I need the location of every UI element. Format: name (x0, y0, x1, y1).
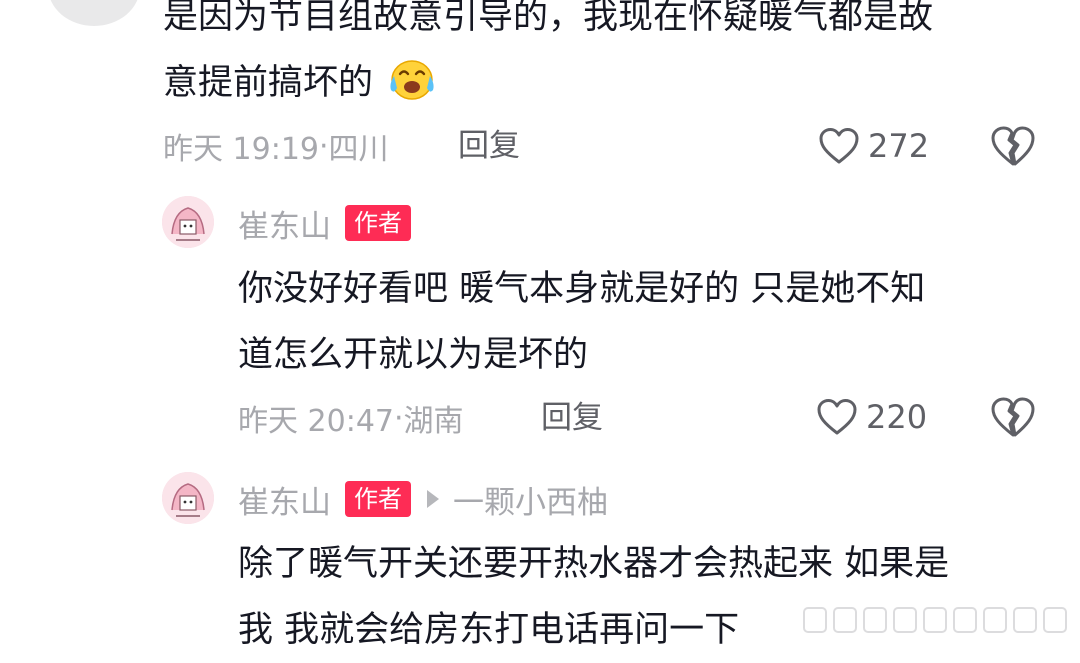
like-button[interactable]: 220 (816, 394, 927, 440)
reply-target-username[interactable]: 一颗小西柚 (453, 477, 608, 522)
like-button[interactable]: 272 (818, 123, 929, 169)
author-avatar[interactable] (162, 196, 214, 248)
comment-time: 昨天 19:19 (163, 132, 319, 167)
comment-text-line-1: 是因为节目组故意引导的，我现在怀疑暖气都是故 (163, 0, 934, 37)
reply-text-line-1: 除了暖气开关还要开热水器才会热起来 如果是 (238, 544, 950, 584)
like-count: 220 (866, 398, 928, 436)
author-avatar[interactable] (162, 472, 214, 524)
meta-separator: · (394, 400, 404, 436)
comment-location: 四川 (328, 132, 389, 167)
meta-separator: · (319, 128, 329, 164)
reply-to-arrow-icon (427, 490, 439, 508)
reply-time: 昨天 20:47 (238, 404, 394, 439)
avatar-illustration-icon (162, 196, 214, 248)
reply-user-row: 崔东山 作者 一颗小西柚 (238, 477, 608, 521)
broken-heart-icon[interactable] (990, 123, 1036, 169)
heart-outline-icon (819, 128, 859, 164)
reply-text-line-1: 你没好好看吧 暖气本身就是好的 只是她不知 (238, 269, 926, 309)
heart-outline-icon (817, 399, 857, 435)
comment-meta: 昨天 19:19 · 四川 (163, 126, 389, 168)
username[interactable]: 崔东山 (238, 201, 331, 246)
author-badge: 作者 (345, 481, 411, 517)
crying-laughing-emoji-icon (390, 60, 434, 100)
reply-text-line-2: 道怎么开就以为是坏的 (238, 335, 589, 375)
username[interactable]: 崔东山 (238, 477, 331, 522)
commenter-avatar[interactable] (48, 0, 140, 26)
reply-location: 湖南 (403, 404, 464, 439)
reply-user-row: 崔东山 作者 (238, 201, 411, 245)
watermark-logo-icon (803, 607, 1067, 633)
reply-text-line-2: 我 我就会给房东打电话再问一下 (238, 610, 740, 650)
reply-button[interactable]: 回复 (541, 398, 603, 438)
comment-text-line-2: 意提前搞坏的 (163, 50, 438, 116)
reply-button[interactable]: 回复 (458, 126, 520, 166)
comment-text-line-2-text: 意提前搞坏的 (163, 63, 374, 103)
reply-meta: 昨天 20:47 · 湖南 (238, 398, 464, 440)
like-count: 272 (868, 127, 930, 165)
avatar-illustration-icon (162, 472, 214, 524)
author-badge: 作者 (345, 205, 411, 241)
broken-heart-icon[interactable] (990, 394, 1036, 440)
